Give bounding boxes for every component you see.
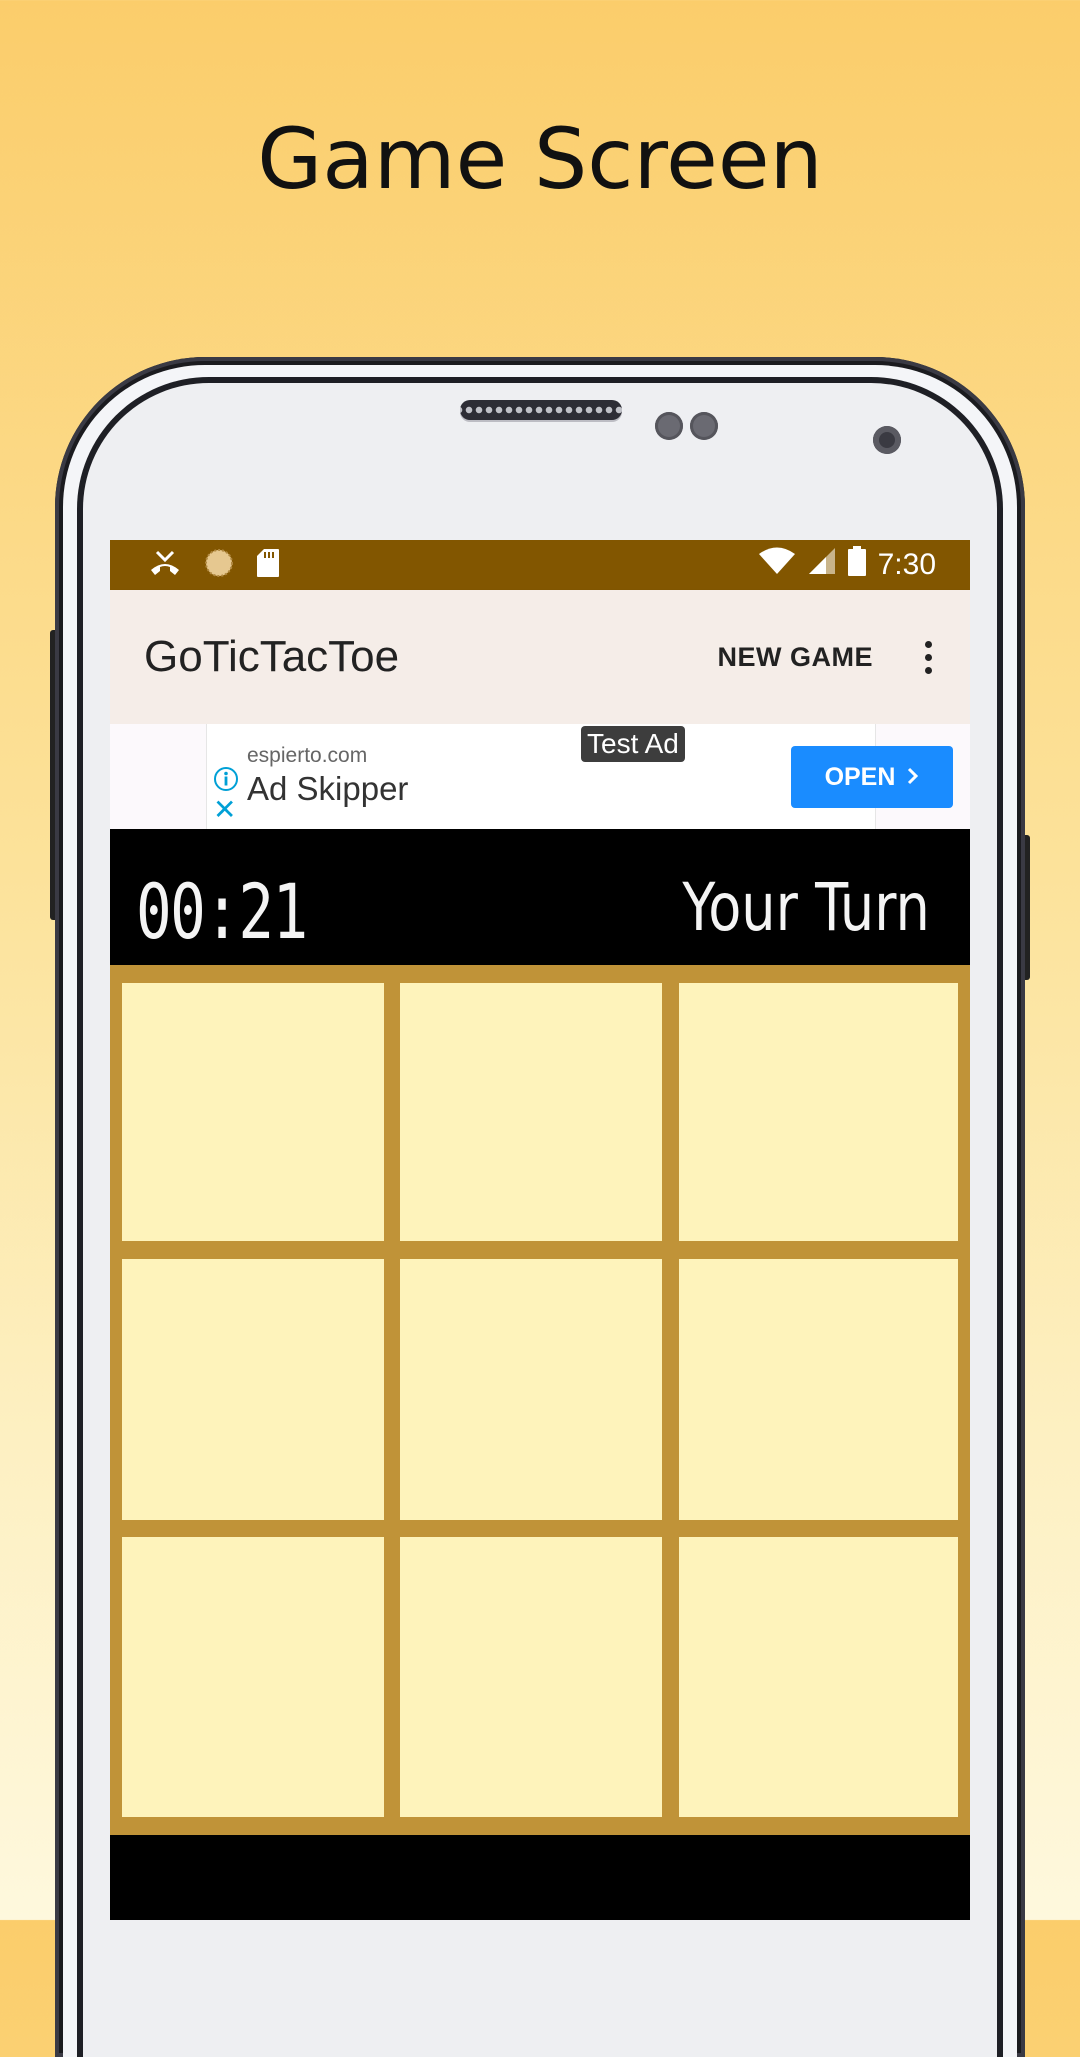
chevron-right-icon <box>907 763 919 792</box>
turn-indicator: Your Turn <box>682 869 930 946</box>
ad-banner[interactable]: ✕ espierto.com Ad Skipper Test Ad OPEN <box>110 724 970 829</box>
promo-title: Game Screen <box>257 110 823 208</box>
battery-icon <box>847 546 866 584</box>
ad-open-button[interactable]: OPEN <box>791 746 953 808</box>
sd-card-icon <box>256 548 280 583</box>
ad-open-label: OPEN <box>824 762 896 791</box>
bottom-bar <box>110 1835 970 1920</box>
ad-card[interactable]: ✕ espierto.com Ad Skipper Test Ad OPEN <box>206 724 953 829</box>
ad-name: Ad Skipper <box>247 770 409 807</box>
game-header: 00:21 Your Turn <box>110 829 970 965</box>
board-cell[interactable] <box>400 1259 662 1520</box>
board-cell[interactable] <box>679 1537 958 1817</box>
signal-icon <box>808 547 836 583</box>
status-time: 7:30 <box>877 548 936 581</box>
status-bar: 7:30 <box>110 540 970 590</box>
ad-info-icon[interactable] <box>213 766 239 797</box>
new-game-button[interactable]: NEW GAME <box>718 642 874 673</box>
board-cell[interactable] <box>400 983 662 1241</box>
phone-camera <box>873 426 901 454</box>
app-title: GoTicTacToe <box>144 632 400 681</box>
board-cell[interactable] <box>122 1259 384 1520</box>
board-cell[interactable] <box>122 1537 384 1817</box>
game-board <box>110 965 970 1835</box>
board-cell[interactable] <box>679 983 958 1241</box>
sync-icon <box>204 548 234 583</box>
missed-call-icon <box>148 550 182 581</box>
board-cell[interactable] <box>400 1537 662 1817</box>
phone-sensor-left <box>655 412 683 440</box>
app-bar: GoTicTacToe NEW GAME <box>110 590 970 724</box>
phone-sensor-right <box>690 412 718 440</box>
phone-screen: 7:30 GoTicTacToe NEW GAME ✕ espierto.com… <box>110 540 970 1920</box>
game-timer: 00:21 <box>136 867 308 956</box>
board-cell[interactable] <box>122 983 384 1241</box>
ad-domain: espierto.com <box>247 744 368 767</box>
wifi-icon <box>758 547 796 583</box>
test-ad-badge: Test Ad <box>581 726 685 762</box>
overflow-menu-icon[interactable] <box>925 640 932 674</box>
ad-close-icon[interactable]: ✕ <box>213 796 236 824</box>
board-cell[interactable] <box>679 1259 958 1520</box>
phone-speaker <box>460 400 622 420</box>
